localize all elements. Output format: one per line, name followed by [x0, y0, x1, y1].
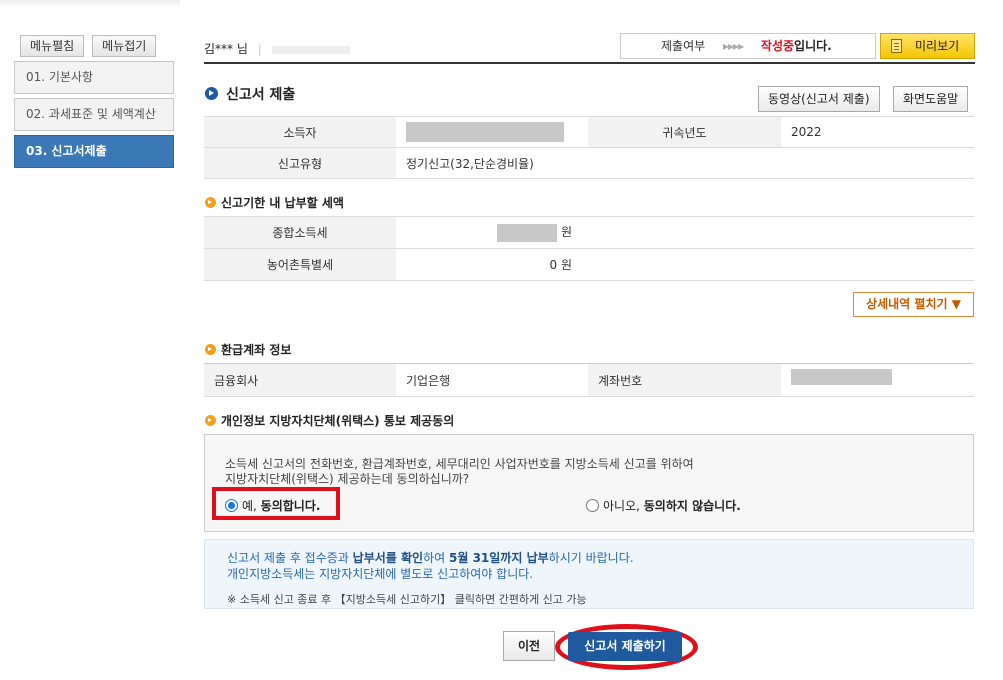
tax-amount-table: 종합소득세 원 농어촌특별세 0 원 [204, 216, 974, 281]
bank-value: 기업은행 [396, 363, 588, 397]
sidebar-item-submit[interactable]: 03. 신고서제출 [14, 135, 174, 168]
year-label: 귀속년도 [588, 116, 781, 148]
consent-no-label: 동의하지 않습니다. [643, 499, 741, 513]
year-value: 2022 [781, 116, 974, 148]
status-arrows-icon: ▸▸▸▸ [723, 39, 744, 53]
sidebar-item-tax-calculation[interactable]: 02. 과세표준 및 세액계산 [14, 98, 174, 131]
bank-label: 금융회사 [204, 363, 396, 397]
notice-line1: 신고서 제출 후 접수증과 납부서를 확인하여 5월 31일까지 납부하시기 바… [227, 550, 634, 566]
taxpayer-label: 소득자 [204, 116, 396, 148]
consent-section-title-text: 개인정보 지방자치단체(위택스) 통보 제공동의 [221, 414, 455, 428]
notice-line3: ※ 소득세 신고 종료 후 【지방소득세 신고하기】 클릭하면 간편하게 신고 … [227, 593, 587, 606]
preview-label: 미리보기 [915, 39, 960, 53]
table-row: 농어촌특별세 0 원 [204, 248, 974, 281]
bullet-arrow-icon [205, 415, 216, 426]
rural-tax-value: 0 원 [396, 248, 578, 281]
page-header: 김*** 님 | 제출여부 ▸▸▸▸ 작성중입니다. 미리보기 [204, 32, 975, 64]
consent-no-radio[interactable]: 아니오, 동의하지 않습니다. [586, 497, 741, 514]
menu-toggle-group: 메뉴펼침 메뉴접기 [20, 35, 157, 57]
radio-unchecked-icon [586, 499, 599, 512]
notice-line1-a: 신고서 제출 후 접수증과 [227, 551, 353, 565]
tax-section-title: 신고기한 내 납부할 세액 [205, 194, 344, 211]
table-row: 종합소득세 원 [204, 216, 974, 249]
table-row: 신고유형 정기신고(32,단순경비율) [204, 147, 974, 179]
consent-section-title: 개인정보 지방자치단체(위택스) 통보 제공동의 [205, 412, 454, 429]
status-value: 작성중 [760, 39, 795, 53]
top-decoration [0, 0, 180, 8]
income-tax-label: 종합소득세 [204, 216, 396, 249]
sidebar-item-basic-info[interactable]: 01. 기본사항 [14, 61, 174, 94]
notice-text: 신고서 제출 후 접수증과 납부서를 확인하여 5월 31일까지 납부하시기 바… [227, 550, 634, 582]
notice-line1-e: 하시기 바랍니다. [548, 551, 634, 565]
consent-no-prefix: 아니오, [603, 499, 644, 513]
tax-section-title-text: 신고기한 내 납부할 세액 [221, 196, 344, 210]
notice-line1-c: 하여 [423, 551, 449, 565]
user-info: 김*** 님 | [204, 40, 350, 57]
report-type-value: 정기신고(32,단순경비율) [396, 147, 974, 179]
sidebar: 01. 기본사항 02. 과세표준 및 세액계산 03. 신고서제출 [14, 61, 174, 172]
user-suffix: 님 [236, 42, 248, 56]
consent-yes-highlight [212, 487, 340, 520]
notice-line1-b: 납부서를 확인 [352, 551, 424, 565]
preview-button[interactable]: 미리보기 [880, 33, 975, 59]
refund-account-table: 금융회사 기업은행 계좌번호 [204, 363, 974, 397]
income-tax-unit: 원 [560, 225, 572, 240]
arrow-circle-icon [205, 87, 218, 100]
video-guide-button[interactable]: 동영상(신고서 제출) [758, 86, 880, 112]
bullet-arrow-icon [205, 197, 216, 208]
document-icon [891, 39, 902, 53]
user-name: 김*** [204, 42, 234, 56]
status-label: 제출여부 [661, 39, 706, 53]
bullet-arrow-icon [205, 344, 216, 355]
masked-user-id [271, 45, 350, 54]
consent-question-line1: 소득세 신고서의 전화번호, 환급계좌번호, 세무대리인 사업자번호를 지방소득… [225, 457, 694, 471]
submission-status: 제출여부 ▸▸▸▸ 작성중입니다. [620, 33, 876, 59]
account-label: 계좌번호 [588, 363, 781, 397]
refund-section-title: 환급계좌 정보 [205, 341, 291, 358]
report-type-label: 신고유형 [204, 147, 396, 179]
account-value [781, 363, 974, 397]
notice-line1-d: 5월 31일까지 납부 [449, 551, 549, 565]
previous-button[interactable]: 이전 [503, 631, 555, 661]
rural-tax-label: 농어촌특별세 [204, 248, 396, 281]
status-suffix: 입니다. [794, 39, 832, 53]
consent-question-line2: 지방자치단체(위택스) 제공하는데 동의하십니까? [225, 472, 470, 486]
table-row: 금융회사 기업은행 계좌번호 [204, 363, 974, 397]
user-divider: | [257, 42, 262, 56]
submission-notice: 신고서 제출 후 접수증과 납부서를 확인하여 5월 31일까지 납부하시기 바… [204, 539, 974, 609]
table-row: 소득자 귀속년도 2022 [204, 116, 974, 148]
income-tax-value: 원 [396, 216, 578, 249]
expand-details-button[interactable]: 상세내역 펼치기 ▼ [853, 292, 974, 317]
empty-cell [578, 216, 974, 249]
taxpayer-value [396, 116, 588, 148]
masked-account-number [791, 369, 892, 385]
empty-cell [578, 248, 974, 281]
masked-taxpayer-name [406, 122, 564, 142]
masked-income-tax-amount [497, 223, 558, 242]
refund-section-title-text: 환급계좌 정보 [221, 343, 292, 357]
page-title: 신고서 제출 [205, 84, 295, 104]
menu-collapse-button[interactable]: 메뉴접기 [92, 35, 157, 57]
submit-report-button[interactable]: 신고서 제출하기 [568, 632, 682, 661]
menu-expand-button[interactable]: 메뉴펼침 [20, 35, 85, 57]
screen-help-button[interactable]: 화면도움말 [893, 86, 969, 112]
report-info-table: 소득자 귀속년도 2022 신고유형 정기신고(32,단순경비율) [204, 116, 974, 179]
notice-line2: 개인지방소득세는 지방자치단체에 별도로 신고하여야 합니다. [227, 567, 534, 581]
consent-question: 소득세 신고서의 전화번호, 환급계좌번호, 세무대리인 사업자번호를 지방소득… [225, 457, 694, 487]
page-title-text: 신고서 제출 [226, 87, 296, 103]
